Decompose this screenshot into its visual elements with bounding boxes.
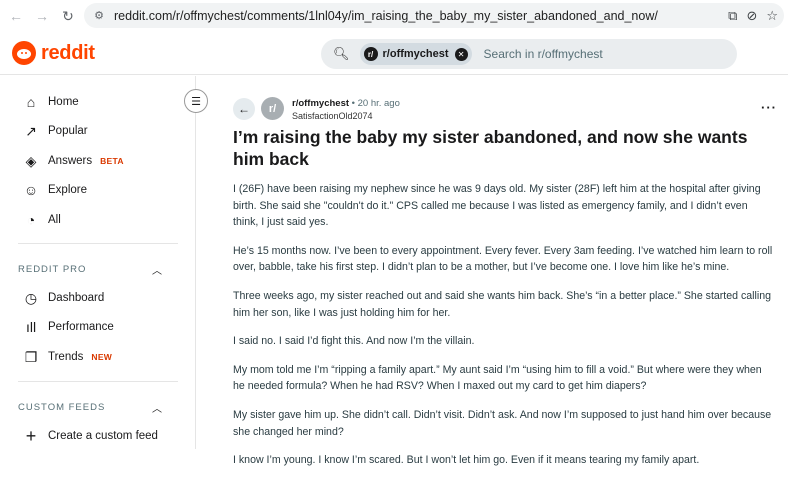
browser-back-button[interactable]: ← [3, 3, 29, 29]
logo-text: reddit [41, 41, 95, 64]
back-button[interactable]: ← [233, 98, 255, 120]
sidebar-divider [18, 243, 178, 244]
chip-label: r/offmychest [382, 48, 449, 60]
sidebar-item-label: Home [48, 96, 79, 108]
sidebar-item-label: Dashboard [48, 292, 105, 304]
reddit-snoo-icon [12, 41, 36, 65]
chevron-up-icon[interactable]: ︿ [152, 262, 162, 277]
browser-toolbar: ← → ↻ ⚙ reddit.com/r/offmychest/comments… [0, 0, 788, 32]
sidebar-item-label: All [48, 214, 61, 226]
sidebar-item-label: Popular [48, 125, 88, 137]
post-paragraph: I said no. I said I’d fight this. And no… [233, 335, 475, 348]
popular-icon: ↗ [25, 122, 37, 139]
beta-badge: BETA [100, 156, 124, 166]
post-body: I (26F) have been raising my nephew sinc… [233, 181, 774, 481]
search-icon: 🔍︎ [333, 46, 350, 61]
dashboard-icon: ◷ [24, 289, 38, 306]
author-link[interactable]: SatisfactionOld2074 [292, 111, 373, 121]
site-header: reddit 🔍︎ r/ r/offmychest ✕ Search in r/… [0, 33, 788, 75]
browser-reload-button[interactable]: ↻ [55, 3, 81, 29]
subreddit-avatar[interactable]: r/ [261, 97, 284, 120]
install-app-icon[interactable]: ⧉ [728, 8, 737, 24]
performance-icon: ıll [25, 319, 37, 335]
sidebar-item-home[interactable]: ⌂ Home [22, 92, 79, 112]
sidebar-divider [18, 381, 178, 382]
post-title: I’m raising the baby my sister abandoned… [233, 127, 748, 169]
plus-icon: + [25, 425, 37, 446]
search-input[interactable]: Search in r/offmychest [484, 47, 603, 61]
browser-forward-button[interactable]: → [29, 3, 55, 29]
all-icon: ◔ [26, 212, 36, 228]
search-bar[interactable]: 🔍︎ r/ r/offmychest ✕ Search in r/offmych… [321, 39, 737, 69]
site-settings-icon[interactable]: ⚙ [90, 9, 108, 22]
post-meta: r/offmychest • 20 hr. ago [292, 98, 400, 109]
sidebar-item-label: Create a custom feed [48, 430, 158, 442]
section-title-reddit-pro[interactable]: REDDIT PRO [18, 264, 86, 275]
bookmark-star-icon[interactable]: ☆ [766, 8, 778, 24]
sidebar-item-dashboard[interactable]: ◷ Dashboard [22, 288, 104, 308]
hamburger-menu-icon: ☰ [191, 95, 201, 108]
sidebar-item-explore[interactable]: ☺ Explore [22, 180, 87, 200]
new-badge: NEW [91, 352, 113, 362]
post-paragraph: I know I’m young. I know I’m scared. But… [233, 454, 700, 467]
reddit-logo[interactable]: reddit [12, 41, 95, 65]
sidebar-item-label: Performance [48, 321, 114, 333]
back-arrow-icon: ← [238, 102, 250, 116]
sidebar-collapse-button[interactable]: ☰ [184, 89, 208, 113]
more-options-icon[interactable]: ··· [761, 100, 777, 115]
post-container: ← r/ r/offmychest • 20 hr. ago Satisfact… [197, 76, 788, 466]
sidebar-item-create-custom-feed[interactable]: + Create a custom feed [22, 426, 158, 446]
answers-icon: ◈ [25, 152, 37, 169]
forward-arrow-icon: → [35, 8, 49, 24]
close-icon[interactable]: ✕ [454, 47, 468, 61]
back-arrow-icon: ← [9, 8, 23, 24]
subreddit-search-chip[interactable]: r/ r/offmychest ✕ [359, 43, 472, 65]
subreddit-avatar-icon: r/ [363, 47, 378, 61]
sidebar-item-answers[interactable]: ◈ Answers BETA [22, 151, 124, 171]
section-title-custom-feeds[interactable]: CUSTOM FEEDS [18, 402, 105, 413]
sidebar-item-performance[interactable]: ıll Performance [22, 317, 114, 337]
address-bar[interactable]: ⚙ reddit.com/r/offmychest/comments/1lnl0… [84, 3, 784, 28]
tracking-protection-icon[interactable]: ⊘ [746, 8, 757, 24]
sidebar-item-label: Explore [48, 184, 87, 196]
reload-icon: ↻ [62, 7, 74, 24]
post-time: • 20 hr. ago [349, 98, 400, 109]
home-icon: ⌂ [26, 94, 36, 110]
post-paragraph: Three weeks ago, my sister reached out a… [233, 289, 772, 319]
left-sidebar: ⌂ Home ↗ Popular ◈ Answers BETA ☺ Explor… [0, 76, 196, 449]
sidebar-item-trends[interactable]: ❐ Trends NEW [22, 347, 112, 367]
chevron-up-icon[interactable]: ︿ [152, 400, 162, 415]
sidebar-item-all[interactable]: ◔ All [22, 210, 61, 230]
sidebar-item-popular[interactable]: ↗ Popular [22, 121, 88, 141]
explore-icon: ☺ [23, 182, 39, 198]
post-paragraph: My sister gave him up. She didn’t call. … [233, 408, 772, 438]
subreddit-link[interactable]: r/offmychest [292, 98, 349, 109]
sidebar-item-label: Trends [48, 351, 84, 363]
post-paragraph: He’s 15 months now. I’ve been to every a… [233, 244, 773, 274]
post-paragraph: I (26F) have been raising my nephew sinc… [233, 183, 761, 229]
post-paragraph: My mom told me I’m “ripping a family apa… [233, 363, 762, 393]
trends-icon: ❐ [24, 348, 38, 365]
sidebar-item-label: Answers [48, 155, 93, 167]
url-text[interactable]: reddit.com/r/offmychest/comments/1lnl04y… [114, 9, 658, 23]
